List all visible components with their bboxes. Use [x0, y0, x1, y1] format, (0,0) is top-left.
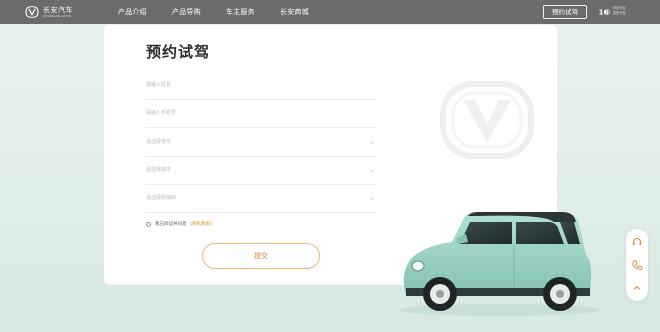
agreement-row: 我已阅读并同意 《隐私政策》	[146, 221, 215, 227]
nav-item-owner-service[interactable]: 车主服务	[226, 0, 255, 24]
brand[interactable]: 长安汽车 CHANGAN AUTO	[25, 4, 73, 20]
chevron-down-icon	[369, 141, 375, 145]
nav-slogan-line2: 智慧长安	[613, 11, 626, 15]
province-select[interactable]	[146, 129, 377, 157]
floating-toolbar	[626, 229, 648, 301]
agreement-radio[interactable]	[146, 221, 151, 227]
submit-button[interactable]: 提交	[202, 243, 320, 269]
agreement-text: 我已阅读并同意	[155, 222, 187, 227]
car-image	[399, 212, 599, 316]
brand-text: 长安汽车 CHANGAN AUTO	[43, 5, 73, 18]
city-input[interactable]	[146, 165, 377, 175]
nav-slogan: 科技长安 智慧长安	[613, 6, 626, 16]
chevron-down-icon	[369, 197, 375, 201]
anniversary-badge-icon: 16	[599, 7, 610, 16]
city-select[interactable]	[146, 157, 377, 185]
brand-name-en: CHANGAN AUTO	[43, 13, 72, 18]
dealer-input[interactable]	[146, 193, 377, 203]
phone-icon[interactable]	[631, 259, 643, 271]
phone-field	[146, 100, 377, 128]
province-input[interactable]	[146, 137, 377, 147]
phone-input[interactable]	[146, 108, 377, 118]
dealer-select[interactable]	[146, 185, 377, 213]
name-input[interactable]	[146, 80, 377, 90]
back-to-top-icon[interactable]	[631, 282, 643, 294]
privacy-policy-link[interactable]: 《隐私政策》	[188, 221, 215, 227]
name-field	[146, 72, 377, 100]
brand-name-cn: 长安汽车	[43, 5, 73, 14]
page-title: 预约试驾	[146, 43, 211, 61]
changan-watermark-logo-icon	[440, 81, 534, 159]
nav-item-product-intro[interactable]: 产品介绍	[118, 0, 147, 24]
changan-v-logo-icon	[25, 6, 39, 18]
nav-item-mall[interactable]: 长安商城	[280, 0, 309, 24]
headset-icon[interactable]	[631, 236, 643, 248]
book-test-drive-button[interactable]: 预约试驾	[543, 5, 587, 19]
chevron-down-icon	[369, 169, 375, 173]
nav-item-product-guide[interactable]: 产品导购	[172, 0, 201, 24]
svg-text:16: 16	[599, 7, 609, 16]
top-navigation-bar: 长安汽车 CHANGAN AUTO 产品介绍 产品导购 车主服务 长安商城 预约…	[0, 0, 660, 24]
